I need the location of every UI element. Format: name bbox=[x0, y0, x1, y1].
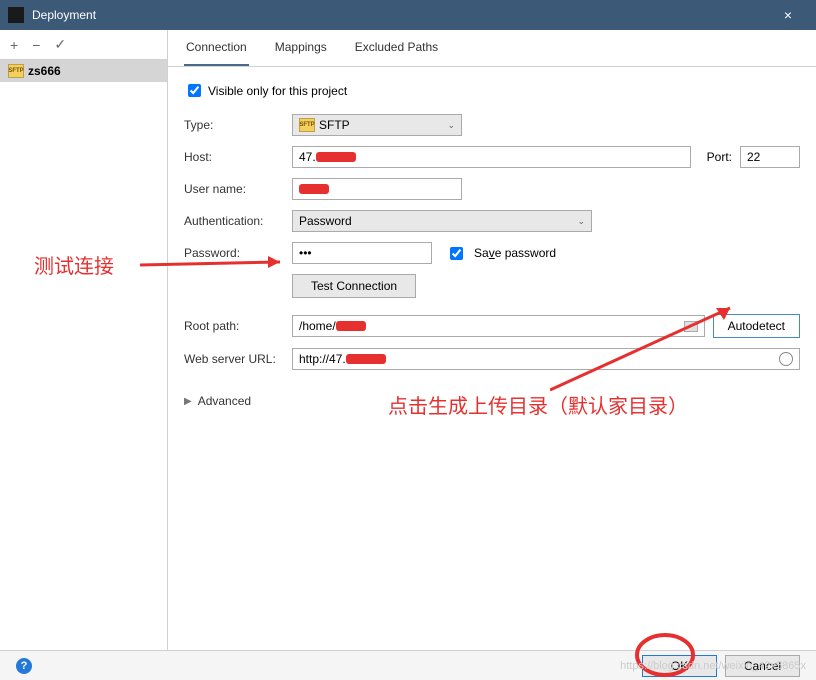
weburl-label: Web server URL: bbox=[184, 352, 284, 366]
cancel-button[interactable]: Cancel bbox=[725, 655, 800, 677]
username-row: User name: bbox=[184, 178, 800, 200]
port-input[interactable] bbox=[740, 146, 800, 168]
rootpath-label: Root path: bbox=[184, 319, 284, 333]
rootpath-input[interactable]: /home/ bbox=[292, 315, 705, 337]
globe-icon[interactable] bbox=[779, 352, 793, 366]
folder-icon[interactable] bbox=[684, 321, 698, 332]
tab-connection[interactable]: Connection bbox=[184, 40, 249, 66]
autodetect-button[interactable]: Autodetect bbox=[713, 314, 800, 338]
save-password-checkbox[interactable] bbox=[450, 247, 463, 260]
redaction bbox=[346, 354, 386, 364]
expand-icon: ▶ bbox=[184, 396, 192, 407]
title-bar: Deployment × bbox=[0, 0, 816, 30]
auth-label: Authentication: bbox=[184, 214, 284, 228]
visible-only-label: Visible only for this project bbox=[208, 84, 347, 98]
rootpath-value: /home/ bbox=[299, 319, 336, 333]
username-label: User name: bbox=[184, 182, 284, 196]
sidebar-toolbar: + − ✓ bbox=[0, 30, 167, 60]
sftp-icon: SFTP bbox=[299, 118, 315, 132]
redaction bbox=[316, 152, 356, 162]
close-icon[interactable]: × bbox=[768, 7, 808, 23]
sidebar: + − ✓ SFTP zs666 bbox=[0, 30, 168, 650]
redaction bbox=[336, 321, 366, 331]
chevron-down-icon: ⌄ bbox=[577, 216, 585, 227]
password-row: Password: Save password bbox=[184, 242, 800, 264]
username-input[interactable] bbox=[292, 178, 462, 200]
tab-excluded[interactable]: Excluded Paths bbox=[353, 40, 440, 66]
host-input[interactable]: 47. bbox=[292, 146, 691, 168]
footer-buttons: OK Cancel bbox=[642, 655, 800, 677]
auth-row: Authentication: Password ⌄ bbox=[184, 210, 800, 232]
server-name: zs666 bbox=[28, 64, 61, 78]
test-row: Test Connection bbox=[184, 274, 800, 298]
visible-only-checkbox[interactable] bbox=[188, 84, 201, 97]
password-input[interactable] bbox=[292, 242, 432, 264]
auth-select[interactable]: Password ⌄ bbox=[292, 210, 592, 232]
tab-mappings[interactable]: Mappings bbox=[273, 40, 329, 66]
footer: ? OK Cancel bbox=[0, 650, 816, 680]
test-connection-button[interactable]: Test Connection bbox=[292, 274, 416, 298]
rootpath-row: Root path: /home/ Autodetect bbox=[184, 314, 800, 338]
weburl-value: http://47. bbox=[299, 352, 346, 366]
type-value: SFTP bbox=[319, 118, 350, 132]
app-icon bbox=[8, 7, 24, 23]
save-password-label: Save password bbox=[474, 246, 556, 260]
advanced-label: Advanced bbox=[198, 394, 251, 408]
content-panel: Connection Mappings Excluded Paths Visib… bbox=[168, 30, 816, 650]
tabs: Connection Mappings Excluded Paths bbox=[168, 30, 816, 67]
sftp-icon: SFTP bbox=[8, 64, 24, 78]
type-select[interactable]: SFTP SFTP ⌄ bbox=[292, 114, 462, 136]
check-icon[interactable]: ✓ bbox=[54, 36, 66, 53]
weburl-row: Web server URL: http://47. bbox=[184, 348, 800, 370]
server-list: SFTP zs666 bbox=[0, 60, 167, 650]
server-item[interactable]: SFTP zs666 bbox=[0, 60, 167, 82]
auth-value: Password bbox=[299, 214, 352, 228]
window-title: Deployment bbox=[32, 8, 768, 22]
host-row: Host: 47. Port: bbox=[184, 146, 800, 168]
help-button[interactable]: ? bbox=[16, 658, 32, 674]
connection-form: Visible only for this project Type: SFTP… bbox=[168, 67, 816, 422]
type-row: Type: SFTP SFTP ⌄ bbox=[184, 114, 800, 136]
port-label: Port: bbox=[707, 150, 732, 164]
redaction bbox=[299, 184, 329, 194]
password-label: Password: bbox=[184, 246, 284, 260]
advanced-section[interactable]: ▶ Advanced bbox=[184, 394, 800, 408]
visible-only-row: Visible only for this project bbox=[184, 81, 800, 100]
host-label: Host: bbox=[184, 150, 284, 164]
main-panel: + − ✓ SFTP zs666 Connection Mappings Exc… bbox=[0, 30, 816, 650]
weburl-input[interactable]: http://47. bbox=[292, 348, 800, 370]
type-label: Type: bbox=[184, 118, 284, 132]
host-value: 47. bbox=[299, 150, 316, 164]
remove-server-icon[interactable]: − bbox=[32, 37, 40, 53]
chevron-down-icon: ⌄ bbox=[447, 120, 455, 131]
add-server-icon[interactable]: + bbox=[10, 37, 18, 53]
ok-button[interactable]: OK bbox=[642, 655, 717, 677]
